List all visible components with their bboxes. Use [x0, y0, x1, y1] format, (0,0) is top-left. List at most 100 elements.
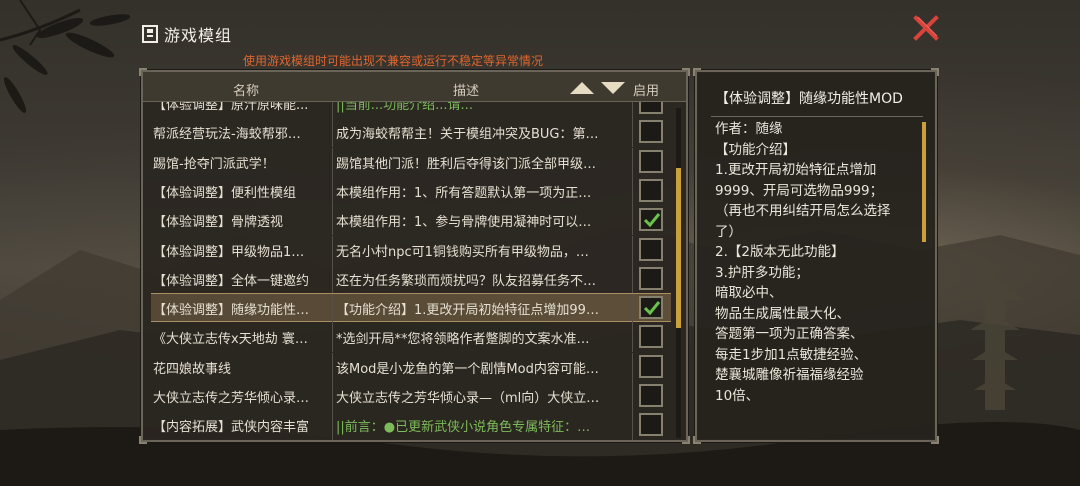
column-divider	[332, 118, 333, 148]
mod-name: 《大侠立志传x天地劫 寰…	[153, 332, 308, 348]
list-scrollbar[interactable]	[676, 108, 681, 438]
panel-corner	[931, 436, 939, 444]
column-divider	[332, 323, 333, 353]
enable-checkbox[interactable]	[639, 120, 663, 144]
column-divider	[332, 147, 333, 177]
column-divider	[332, 352, 333, 382]
detail-line: 2.【2版本无此功能】	[715, 244, 845, 260]
enable-checkbox[interactable]	[639, 296, 663, 320]
detail-line: 暗取必中、	[715, 285, 783, 301]
column-divider	[632, 294, 633, 324]
mod-row[interactable]: 【体验调整】全体一键邀约 还在为任务繁琐而烦扰吗？队友招募任务不…	[151, 264, 671, 294]
window-title-group: 游戏模组	[142, 22, 232, 46]
detail-line: 作者：随缘	[715, 121, 783, 137]
divider	[711, 116, 923, 117]
close-icon	[913, 15, 939, 41]
header-description[interactable]: 描述	[453, 80, 479, 99]
detail-line: 9999、开局可选物品999；	[715, 182, 884, 199]
enable-checkbox[interactable]	[639, 413, 663, 437]
detail-line: 10倍、	[715, 387, 760, 404]
triangle-down-icon[interactable]	[601, 82, 625, 94]
column-divider	[632, 147, 633, 177]
column-divider	[332, 411, 333, 440]
mod-row[interactable]: 《大侠立志传x天地劫 寰… *选剑开局**您将领略作者蹩脚的文案水准…	[151, 323, 671, 353]
enable-checkbox[interactable]	[639, 325, 663, 349]
mod-name: 【内容拓展】武侠内容丰富	[153, 420, 310, 436]
detail-line: 每走1步加1点敏捷经验、	[715, 346, 868, 363]
mod-row[interactable]: 【体验调整】骨牌透视 本模组作用：1、参与骨牌使用凝神时可以…	[151, 206, 671, 236]
mod-name: 踢馆-抢夺门派武学！	[153, 156, 275, 172]
mod-row[interactable]: 【体验调整】便利性模组 本模组作用：1、所有答题默认第一项为正…	[151, 176, 671, 206]
mod-name: 【体验调整】原汁原味能...	[153, 102, 309, 113]
enable-checkbox[interactable]	[639, 354, 663, 378]
list-scroll-thumb[interactable]	[676, 168, 681, 328]
column-divider	[332, 102, 333, 118]
column-divider	[632, 206, 633, 236]
close-button[interactable]	[912, 14, 940, 42]
mod-name: 【体验调整】便利性模组	[153, 185, 297, 201]
column-divider	[332, 206, 333, 236]
detail-description[interactable]: 作者：随缘 【功能介绍】 1.更改开局初始特征点增加 9999、开局可选物品999； （…	[715, 119, 920, 406]
window-title: 游戏模组	[164, 26, 233, 45]
panel-corner	[139, 436, 147, 444]
mod-description: 成为海蛟帮帮主！关于模组冲突及BUG：第…	[336, 127, 599, 143]
column-divider	[632, 235, 633, 265]
mod-row[interactable]: 帮派经营玩法-海蛟帮邪… 成为海蛟帮帮主！关于模组冲突及BUG：第…	[151, 118, 671, 148]
panel-corner	[693, 436, 701, 444]
checkmark-icon	[643, 301, 661, 316]
column-divider	[632, 102, 633, 118]
mod-name: 【体验调整】随缘功能性…	[153, 303, 310, 319]
enable-checkbox[interactable]	[639, 266, 663, 290]
mod-description: 【功能介绍】1.更改开局初始特征点增加99…	[336, 303, 599, 319]
mod-row[interactable]: 【体验调整】随缘功能性… 【功能介绍】1.更改开局初始特征点增加99…	[151, 293, 671, 324]
enable-checkbox[interactable]	[639, 384, 663, 407]
enable-checkbox[interactable]	[639, 208, 663, 232]
detail-scrollbar[interactable]	[922, 122, 926, 242]
detail-line: 3.护肝多功能；	[715, 264, 809, 281]
mod-description: 踢馆其他门派！胜利后夺得该门派全部甲级…	[336, 156, 597, 172]
mod-detail-panel: 【体验调整】随缘功能性MOD 作者：随缘【功能介绍】 1.更改开局初始特征点增加 9…	[693, 68, 939, 444]
column-divider	[332, 235, 333, 265]
mod-description: 本模组作用：1、所有答题默认第一项为正…	[336, 185, 592, 201]
mod-row[interactable]: 【体验调整】甲级物品1… 无名小村npc可1铜钱购买所有甲级物品，…	[151, 235, 671, 265]
mod-name: 花四娘故事线	[153, 361, 232, 377]
mod-name: 大侠立志传之芳华倾心录…	[153, 391, 310, 406]
mod-row[interactable]: 踢馆-抢夺门派武学！ 踢馆其他门派！胜利后夺得该门派全部甲级…	[151, 147, 671, 177]
mod-name: 【体验调整】骨牌透视	[153, 215, 284, 231]
detail-line: 楚襄城雕像祈福福缘经验	[715, 367, 864, 383]
enable-checkbox[interactable]	[639, 149, 663, 173]
mod-description: ||当前...功能介绍...请...	[336, 102, 473, 113]
column-divider	[632, 118, 633, 148]
enable-checkbox[interactable]	[639, 102, 663, 114]
header-enable: 启用	[633, 84, 660, 99]
detail-title: 【体验调整】随缘功能性MOD	[715, 91, 903, 107]
list-header: 名称 描述 启用	[143, 72, 686, 102]
mod-description: ||前言：●已更新武侠小说角色专属特征：…	[336, 420, 591, 436]
mod-name: 【体验调整】甲级物品1…	[153, 244, 305, 260]
mod-description: *选剑开局**您将领略作者蹩脚的文案水准…	[336, 332, 590, 348]
detail-line: 【功能介绍】	[715, 141, 796, 158]
enable-checkbox[interactable]	[639, 237, 663, 261]
mod-row[interactable]: 【体验调整】原汁原味能... ||当前...功能介绍...请...	[151, 102, 671, 118]
mod-description: 还在为任务繁琐而烦扰吗？队友招募任务不…	[336, 273, 597, 289]
column-divider	[632, 176, 633, 206]
column-divider	[632, 323, 633, 353]
mod-description: 本模组作用：1、参与骨牌使用凝神时可以…	[336, 215, 592, 231]
detail-line: 1.更改开局初始特征点增加	[715, 162, 877, 178]
compatibility-warning: 使用游戏模组时可能出现不兼容或运行不稳定等异常情况	[243, 54, 544, 68]
mod-row[interactable]: 花四娘故事线 该Mod是小龙鱼的第一个剧情Mod内容可能…	[151, 352, 671, 382]
header-name[interactable]: 名称	[233, 80, 259, 99]
mod-description: 无名小村npc可1铜钱购买所有甲级物品，…	[336, 244, 589, 260]
mod-list-panel: 名称 描述 启用 【体验调整】原汁原味能... ||当前...功能介绍...请..…	[139, 68, 690, 444]
column-divider	[632, 382, 633, 411]
detail-line: 物品生成属性最大化、	[715, 305, 850, 322]
detail-line: 了）	[715, 223, 742, 240]
enable-checkbox[interactable]	[639, 178, 663, 202]
panel-corner	[682, 436, 690, 444]
triangle-up-icon[interactable]	[570, 82, 594, 94]
mod-row[interactable]: 【内容拓展】武侠内容丰富 ||前言：●已更新武侠小说角色专属特征：…	[151, 411, 671, 440]
column-divider	[332, 264, 333, 294]
mod-row[interactable]: 大侠立志传之芳华倾心录… 大侠立志传之芳华倾心录—（ml向）大侠立…	[151, 382, 671, 411]
checkmark-icon	[643, 213, 661, 228]
mod-book-icon	[142, 25, 158, 43]
